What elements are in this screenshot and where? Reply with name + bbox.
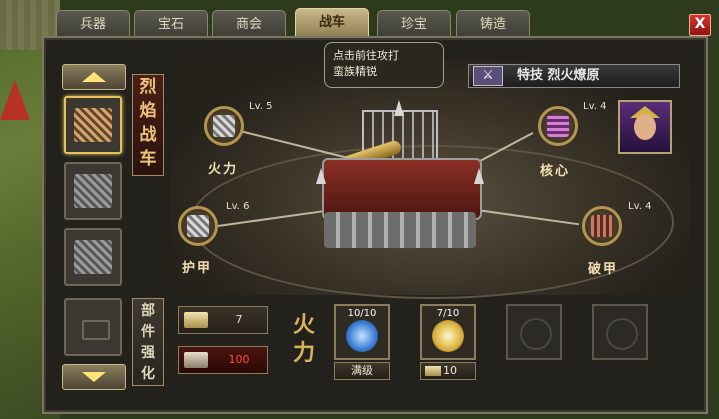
part-level: Lv. 5 <box>249 101 273 112</box>
upgrade-slot-empty[interactable] <box>592 304 648 360</box>
gold-gem-icon <box>432 320 464 352</box>
special-skill-banner[interactable]: ⚔ 特技 烈火燎原 <box>468 64 680 88</box>
part-name: 火力 <box>208 162 239 177</box>
chariot-slot-locked[interactable] <box>64 298 122 356</box>
tab-guild[interactable]: 商会 <box>212 10 286 38</box>
red-tent <box>0 80 30 120</box>
tab-forge[interactable]: 铸造 <box>456 10 530 38</box>
selected-part-label: 火 力 <box>284 312 324 368</box>
empty-slot-icon <box>520 318 552 350</box>
upgrade-button[interactable]: 10 <box>420 362 476 380</box>
material-icon <box>425 366 441 376</box>
siege-chariot-icon <box>74 240 112 274</box>
crossed-swords-icon: ⚔ <box>473 66 503 86</box>
slot-count: 10/10 <box>347 308 377 319</box>
part-level: Lv. 4 <box>628 201 652 212</box>
tooltip-line: 蛮族精锐 <box>333 65 377 78</box>
tab-bar: 兵器 宝石 商会 战车 珍宝 铸造 <box>48 8 718 38</box>
part-name: 护甲 <box>182 261 213 276</box>
chariot-title-char: 烈 <box>139 77 157 97</box>
chariot-list <box>62 62 128 392</box>
part-name: 破甲 <box>588 262 619 277</box>
part-armor[interactable] <box>178 206 218 246</box>
material-icon <box>184 312 208 328</box>
chariot-slot-siege[interactable] <box>64 228 122 286</box>
upgrade-slot-empty[interactable] <box>506 304 562 360</box>
spike <box>316 168 326 184</box>
blue-gem-icon <box>346 320 378 352</box>
chariot-slot-flame[interactable] <box>64 96 122 154</box>
spiked-chariot-icon <box>74 174 112 208</box>
upgrade-slot-2[interactable]: 7/10 <box>420 304 476 360</box>
part-core[interactable] <box>538 106 578 146</box>
tab-treasure[interactable]: 珍宝 <box>377 10 451 38</box>
armor-part-icon <box>187 215 209 237</box>
part-name: 核心 <box>540 164 571 179</box>
parts-title-char: 化 <box>141 366 155 382</box>
cost-count: 100 <box>178 346 268 374</box>
chariot-title-char: 车 <box>139 149 157 169</box>
max-level-button[interactable]: 满级 <box>334 362 390 380</box>
flame-chariot-icon <box>74 108 112 142</box>
arrow-down-icon <box>82 372 106 382</box>
chariot-slot-spiked[interactable] <box>64 162 122 220</box>
flame-chariot <box>316 100 484 258</box>
part-level: Lv. 4 <box>583 101 607 112</box>
arrow-up-icon <box>82 72 106 82</box>
upgrade-slot-1[interactable]: 10/10 <box>334 304 390 360</box>
parts-upgrade-title: 部 件 强 化 <box>132 298 164 386</box>
part-firepower[interactable] <box>204 106 244 146</box>
tab-chariot[interactable]: 战车 <box>295 8 369 38</box>
chariot-title-char: 战 <box>139 125 157 145</box>
parts-title-char: 强 <box>141 345 155 361</box>
upgrade-cost: 10 <box>443 364 457 377</box>
face-icon <box>634 114 656 140</box>
tab-weapons[interactable]: 兵器 <box>56 10 130 38</box>
part-pierce[interactable] <box>582 206 622 246</box>
spike <box>474 168 484 184</box>
scroll-down-button[interactable] <box>62 364 126 390</box>
core-part-icon <box>547 115 569 137</box>
close-button[interactable]: X <box>689 14 711 36</box>
chariot-wheels <box>324 212 476 248</box>
chariot-body <box>322 158 482 220</box>
pierce-part-icon <box>591 215 613 237</box>
skill-label: 特技 烈火燎原 <box>517 68 600 83</box>
tooltip: 点击前往攻打 蛮族精锐 <box>324 42 444 88</box>
slot-count: 7/10 <box>436 308 460 319</box>
chest-icon <box>82 320 110 340</box>
empty-slot-icon <box>606 318 638 350</box>
firepower-part-icon <box>213 115 235 137</box>
part-level: Lv. 6 <box>226 201 250 212</box>
scroll-icon <box>184 352 208 368</box>
cost-value: 100 <box>228 353 250 366</box>
parts-title-char: 部 <box>141 303 155 319</box>
general-portrait[interactable] <box>618 100 672 154</box>
tooltip-line: 点击前往攻打 <box>333 49 399 62</box>
material-value: 7 <box>235 313 243 326</box>
focus-char: 火 <box>292 313 315 338</box>
chariot-name-title: 烈 焰 战 车 <box>132 74 164 176</box>
tab-gems[interactable]: 宝石 <box>134 10 208 38</box>
scroll-up-button[interactable] <box>62 64 126 90</box>
parts-title-char: 件 <box>141 324 155 340</box>
chariot-title-char: 焰 <box>139 101 157 121</box>
focus-char: 力 <box>292 341 315 366</box>
material-count: 7 <box>178 306 268 334</box>
spike <box>394 100 404 116</box>
